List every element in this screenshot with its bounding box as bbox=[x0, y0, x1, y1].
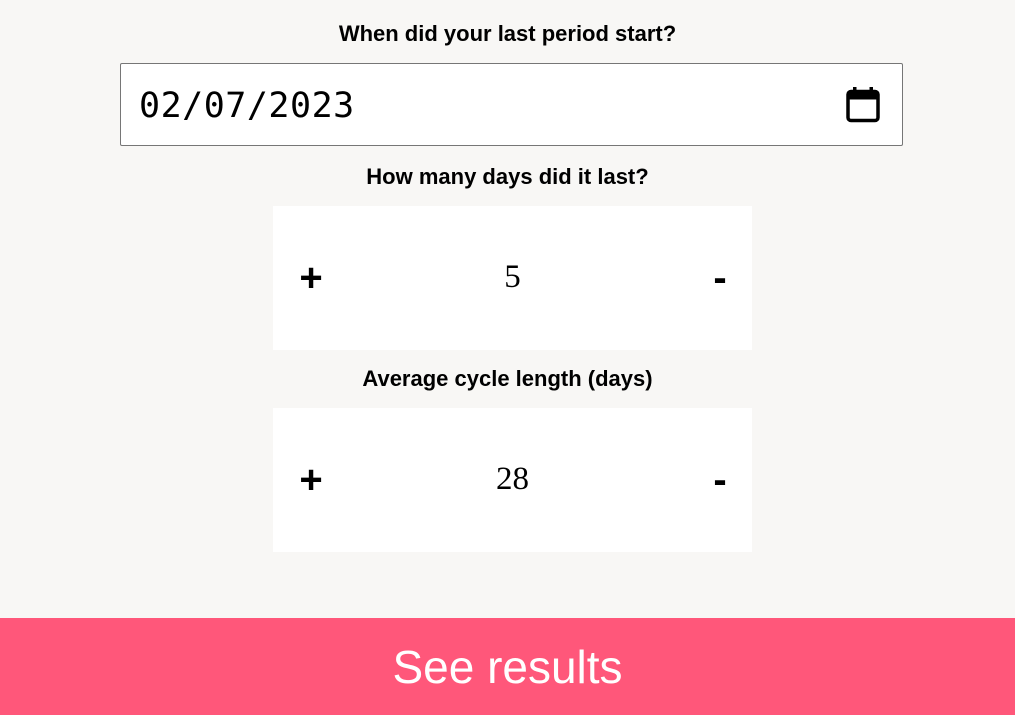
cycle-length-value: 28 bbox=[496, 461, 529, 497]
period-length-decrement-button[interactable]: - bbox=[685, 206, 755, 350]
cycle-length-stepper: + 28 - bbox=[273, 408, 752, 552]
period-length-value: 5 bbox=[504, 259, 521, 295]
period-start-date-input[interactable]: 02/07/2023 bbox=[120, 63, 903, 146]
period-length-label: How many days did it last? bbox=[366, 164, 649, 189]
period-start-label: When did your last period start? bbox=[338, 21, 677, 46]
period-start-date-value[interactable]: 02/07/2023 bbox=[139, 86, 355, 126]
see-results-button[interactable]: See results bbox=[0, 618, 1015, 715]
period-length-stepper: + 5 - bbox=[273, 206, 752, 350]
period-calculator-form: When did your last period start? 02/07/2… bbox=[0, 0, 1015, 715]
calendar-icon[interactable] bbox=[846, 87, 880, 123]
cycle-length-decrement-button[interactable]: - bbox=[685, 408, 755, 552]
cycle-length-label: Average cycle length (days) bbox=[362, 366, 653, 391]
